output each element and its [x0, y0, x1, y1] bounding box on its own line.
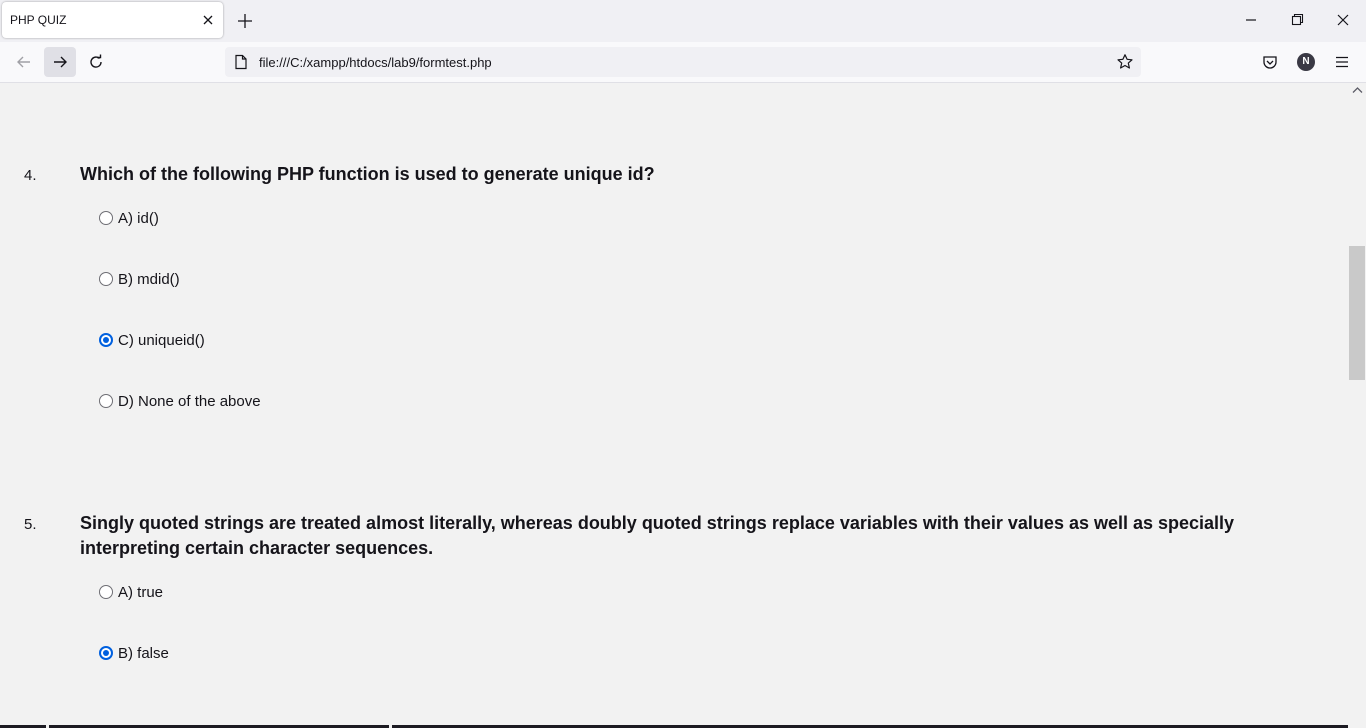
- forward-button[interactable]: [44, 47, 76, 77]
- option-a[interactable]: A) true: [99, 582, 163, 602]
- page-content: 4. Which of the following PHP function i…: [0, 83, 1348, 728]
- radio-button-selected[interactable]: [99, 646, 113, 660]
- option-label: A) id(): [118, 209, 159, 227]
- new-tab-plus-icon[interactable]: [234, 10, 256, 32]
- option-label: B) mdid(): [118, 270, 180, 288]
- question-text: Singly quoted strings are treated almost…: [80, 513, 1235, 558]
- address-bar[interactable]: file:///C:/xampp/htdocs/lab9/formtest.ph…: [225, 47, 1141, 77]
- question-text: Which of the following PHP function is u…: [80, 164, 655, 184]
- tab-title: PHP QUIZ: [10, 13, 67, 27]
- reload-icon: [90, 54, 102, 68]
- pocket-icon[interactable]: [1262, 54, 1278, 70]
- radio-button-selected[interactable]: [99, 333, 113, 347]
- option-label: B) false: [118, 644, 169, 662]
- question-number: 5.: [24, 516, 37, 533]
- radio-button[interactable]: [99, 211, 113, 225]
- scroll-up-arrow-icon[interactable]: [1352, 86, 1363, 94]
- option-c[interactable]: C) uniqueid(): [99, 330, 205, 350]
- option-label: A) true: [118, 583, 164, 601]
- navigation-toolbar: file:///C:/xampp/htdocs/lab9/formtest.ph…: [0, 42, 1366, 83]
- option-label: C) uniqueid(): [118, 331, 205, 349]
- close-window-icon[interactable]: [1330, 8, 1356, 32]
- option-b[interactable]: B) false: [99, 643, 169, 663]
- vertical-scrollbar-track[interactable]: [1348, 83, 1366, 728]
- browser-tab[interactable]: PHP QUIZ: [2, 2, 223, 38]
- url-text[interactable]: file:///C:/xampp/htdocs/lab9/formtest.ph…: [259, 55, 492, 70]
- question-number: 4.: [24, 167, 37, 184]
- bookmark-star-icon[interactable]: [1116, 53, 1134, 71]
- account-avatar[interactable]: N: [1297, 53, 1315, 71]
- vertical-scrollbar-thumb[interactable]: [1349, 246, 1365, 380]
- menu-hamburger-icon[interactable]: [1334, 54, 1350, 70]
- option-label: D) None of the above: [118, 392, 261, 410]
- option-d[interactable]: D) None of the above: [99, 391, 261, 411]
- page-icon: [235, 54, 247, 70]
- back-button[interactable]: [8, 47, 40, 77]
- radio-button[interactable]: [99, 272, 113, 286]
- radio-button[interactable]: [99, 585, 113, 599]
- close-tab-icon[interactable]: [200, 12, 216, 28]
- restore-window-icon[interactable]: [1284, 8, 1310, 32]
- reload-button[interactable]: [80, 47, 112, 77]
- option-a[interactable]: A) id(): [99, 208, 159, 228]
- forward-arrow-icon: [54, 56, 67, 68]
- option-b[interactable]: B) mdid(): [99, 269, 180, 289]
- tab-strip: PHP QUIZ: [0, 0, 1366, 42]
- radio-button[interactable]: [99, 394, 113, 408]
- minimize-window-icon[interactable]: [1238, 8, 1264, 32]
- back-arrow-icon: [17, 56, 30, 68]
